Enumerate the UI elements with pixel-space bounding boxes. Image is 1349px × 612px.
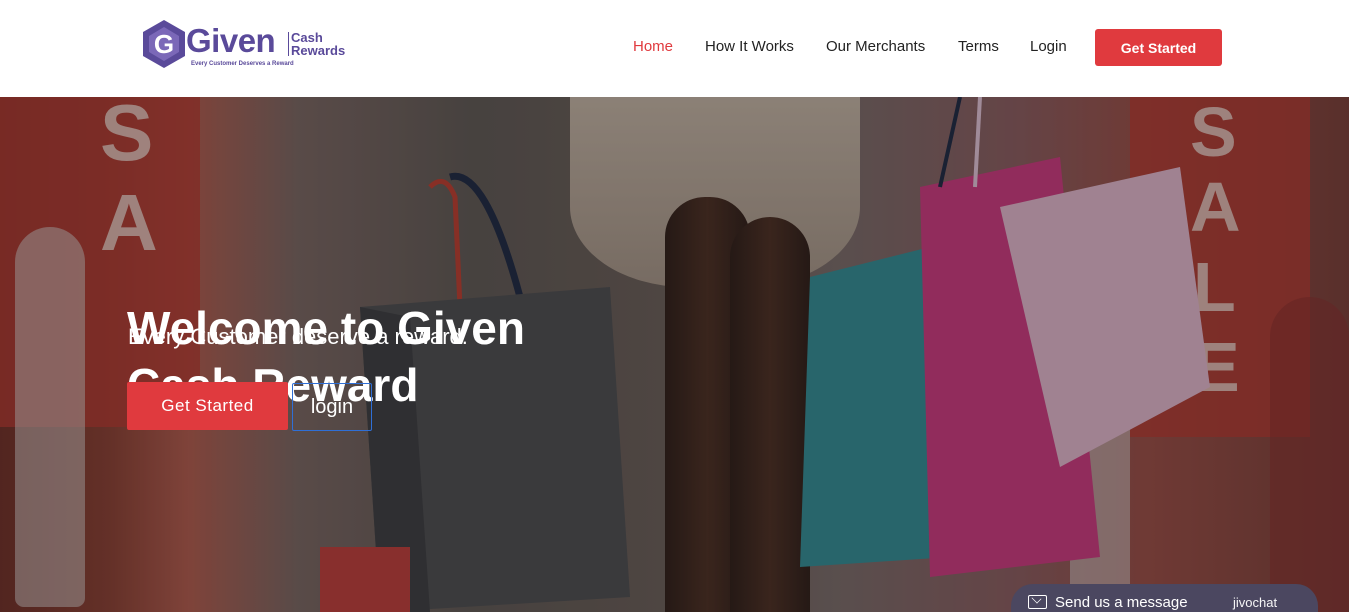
nav-terms[interactable]: Terms — [958, 38, 999, 55]
nav-how-it-works[interactable]: How It Works — [705, 38, 794, 55]
hero-section: S A S A L E Welcome to Given Cash Reward — [0, 97, 1349, 612]
logo-tagline: Every Customer Deserves a Reward — [191, 61, 294, 67]
nav-our-merchants[interactable]: Our Merchants — [826, 38, 925, 55]
chat-widget[interactable]: Send us a message jivochat — [1011, 584, 1318, 612]
chat-brand: jivochat — [1233, 595, 1278, 610]
hero-login-button[interactable]: login — [292, 383, 372, 431]
nav-home[interactable]: Home — [633, 38, 673, 55]
logo-letter: G — [154, 29, 174, 59]
header-get-started-button[interactable]: Get Started — [1095, 29, 1222, 66]
nav-login[interactable]: Login — [1030, 38, 1067, 55]
logo-word: Given — [186, 22, 276, 59]
mail-icon — [1028, 595, 1047, 609]
logo-divider — [288, 32, 289, 56]
logo-hexagon-icon: G — [143, 20, 185, 68]
logo-rewards: Rewards — [291, 43, 346, 58]
chat-label: Send us a message — [1055, 594, 1188, 611]
hero-get-started-button[interactable]: Get Started — [127, 382, 288, 430]
site-header: G Given Cash Rewards Every Customer Dese… — [0, 0, 1349, 97]
hero-subtitle: Every Customer deserve a reward. — [128, 324, 468, 349]
brand-logo[interactable]: G Given Cash Rewards Every Customer Dese… — [142, 19, 352, 71]
